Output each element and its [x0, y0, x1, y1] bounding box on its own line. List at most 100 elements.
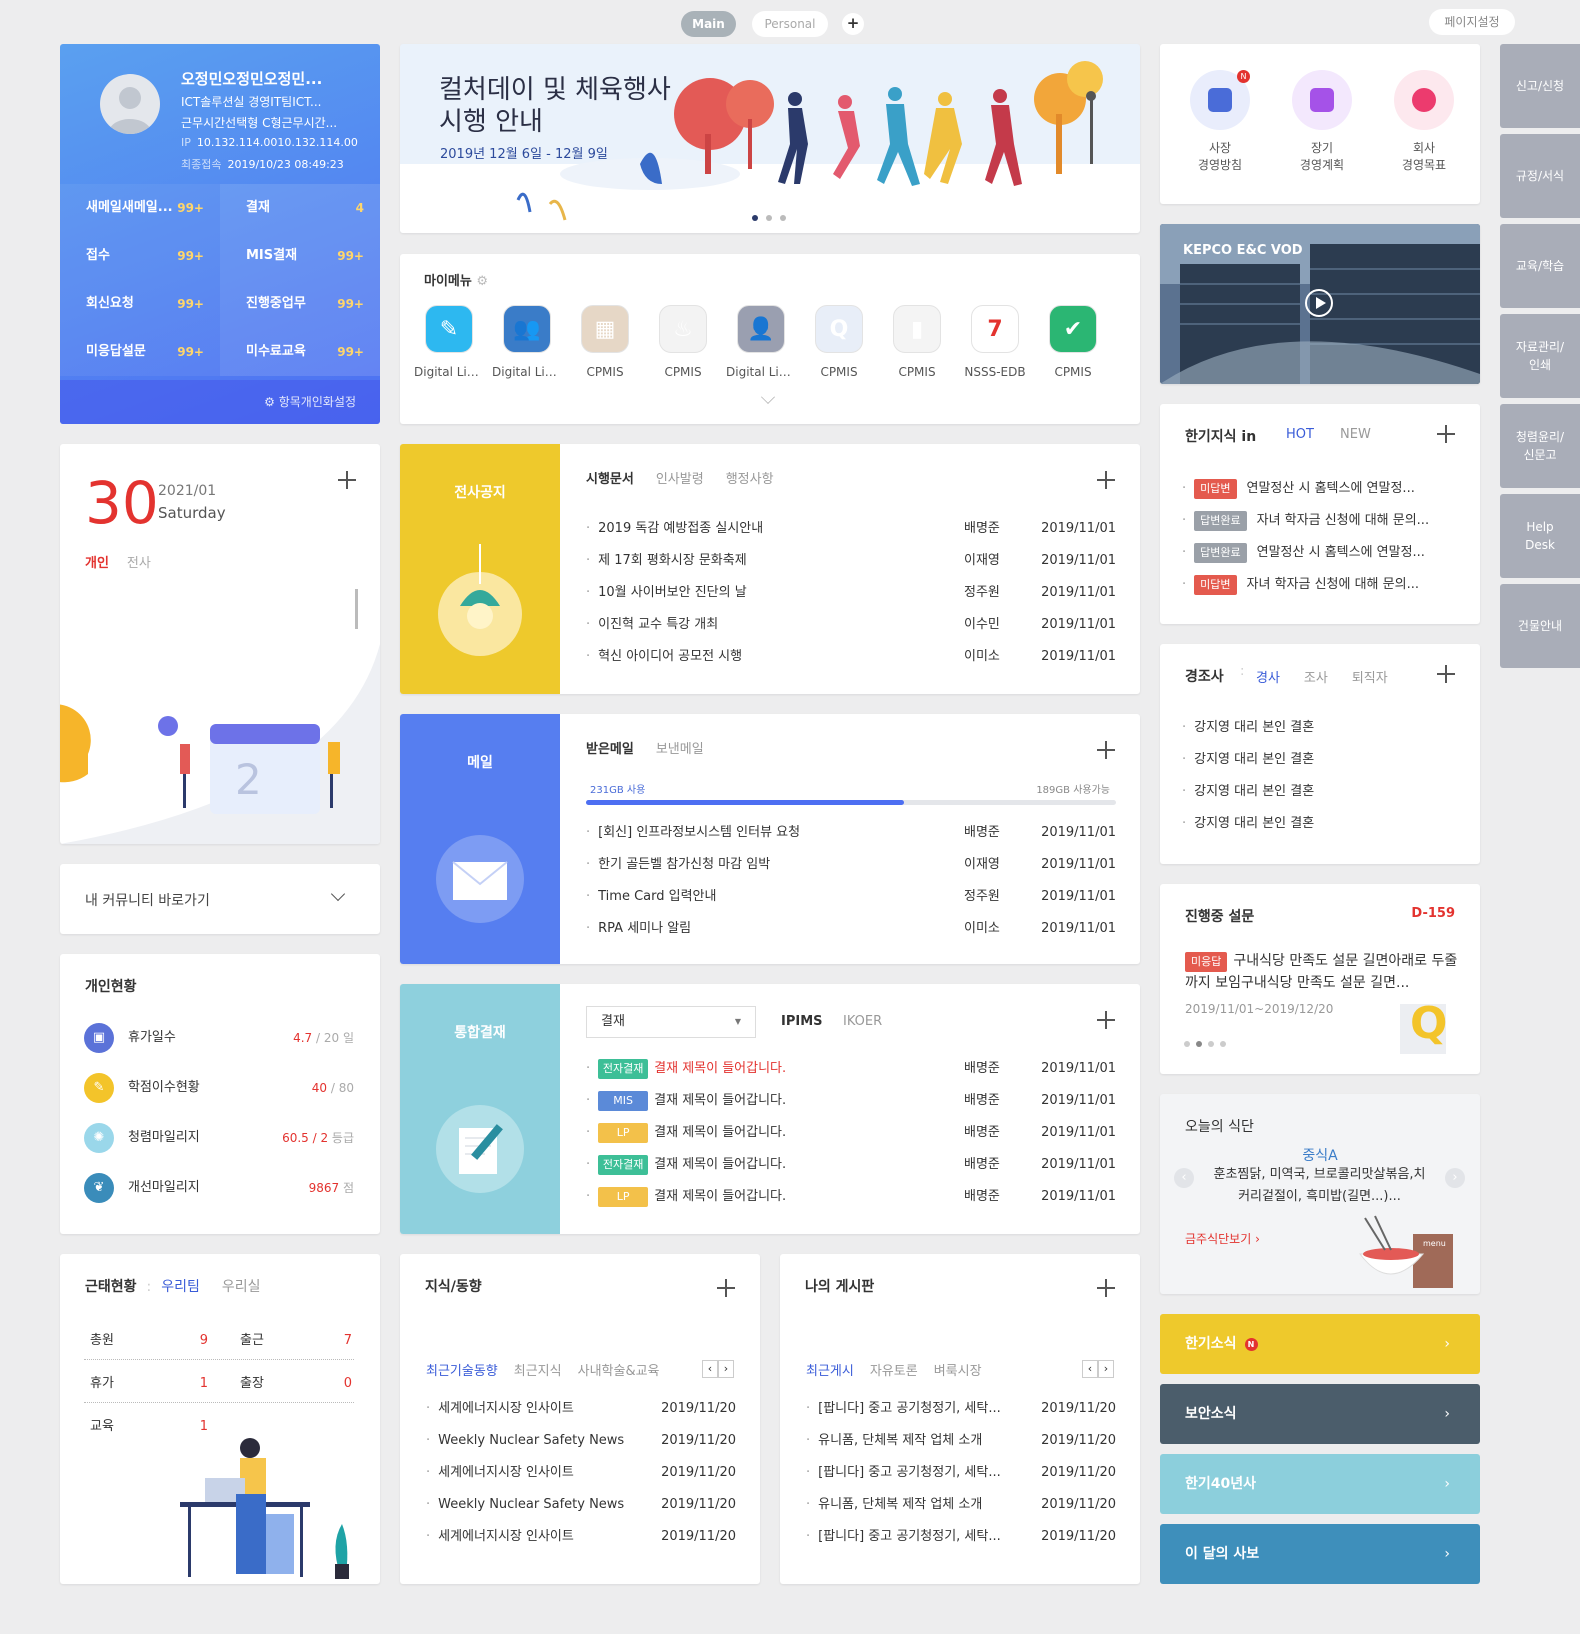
notice-row[interactable]: · 제 17회 평화시장 문화축제 이재영 2019/11/01: [586, 545, 1116, 577]
tab-2[interactable]: 행정사항: [726, 472, 774, 487]
tab-0[interactable]: 최근게시: [806, 1364, 854, 1379]
tab-company-schedule[interactable]: 전사: [127, 556, 151, 571]
side-menu-item[interactable]: 규정/서식: [1500, 134, 1580, 218]
survey-text[interactable]: 미응답 구내식당 만족도 설문 길면아래로 두줄까지 보임구내식당 만족도 설문 …: [1185, 950, 1465, 994]
events-row[interactable]: · 강지영 대리 본인 결혼: [1182, 744, 1462, 776]
item-setting-button[interactable]: ⚙ 항목개인화설정: [264, 393, 356, 410]
board-row[interactable]: · [팝니다] 중고 공기청정기, 세탁... 2019/11/20: [806, 1457, 1116, 1489]
kin-add-button[interactable]: [1436, 424, 1456, 444]
exec-item[interactable]: 회사 경영목표: [1384, 70, 1464, 174]
tab-our-office[interactable]: 우리실: [222, 1279, 261, 1295]
tab-1[interactable]: 최근지식: [514, 1364, 562, 1379]
side-menu-item[interactable]: Help Desk: [1500, 494, 1580, 578]
kin-row[interactable]: · 미답변 연말정산 시 홈텍스에 연말정...: [1182, 473, 1462, 505]
next-icon[interactable]: ›: [718, 1360, 734, 1378]
gear-icon[interactable]: ⚙: [476, 274, 488, 289]
mymenu-item[interactable]: 👤Digital Libra...: [726, 305, 796, 379]
mymenu-item[interactable]: Q CPMIS: [804, 305, 874, 379]
profile-cell[interactable]: 결재 4: [220, 184, 380, 232]
banner[interactable]: 컬처데이 및 체육행사 시행 안내 2019년 12월 6일 - 12월 9일: [400, 44, 1140, 233]
mymenu-item[interactable]: ✔ CPMIS: [1038, 305, 1108, 379]
tab-0[interactable]: 시행문서: [586, 472, 634, 487]
profile-cell[interactable]: MIS결재 99+: [220, 232, 380, 280]
tab-2[interactable]: 퇴직자: [1352, 671, 1388, 686]
tab-1[interactable]: 조사: [1304, 671, 1328, 686]
events-row[interactable]: · 강지영 대리 본인 결혼: [1182, 712, 1462, 744]
events-row[interactable]: · 강지영 대리 본인 결혼: [1182, 808, 1462, 840]
page-setting-button[interactable]: 페이지설정: [1429, 9, 1515, 35]
tab-our-team[interactable]: 우리팀: [161, 1279, 200, 1295]
tab-1[interactable]: 자유토론: [870, 1364, 918, 1379]
notice-row[interactable]: · 혁신 아이디어 공모전 시행 이미소 2019/11/01: [586, 641, 1116, 673]
tab-ikoer[interactable]: IKOER: [843, 1014, 882, 1029]
prev-icon[interactable]: ‹: [1174, 1168, 1194, 1188]
profile-cell[interactable]: 미수료교육 99+: [220, 328, 380, 376]
personal-item[interactable]: ✎ 학점이수현황 40 / 80: [84, 1072, 354, 1104]
approval-row[interactable]: · 전자결재 결재 제목이 들어갑니다. 배명준 2019/11/01: [586, 1149, 1116, 1181]
knowledge-row[interactable]: · Weekly Nuclear Safety News 2019/11/20: [426, 1425, 736, 1457]
notice-add-button[interactable]: [1096, 470, 1116, 490]
knowledge-row[interactable]: · 세계에너지시장 인사이트 2019/11/20: [426, 1393, 736, 1425]
kin-row[interactable]: · 답변완료 자녀 학자금 신청에 대해 문의...: [1182, 505, 1462, 537]
mail-row[interactable]: · Time Card 입력안내 정주원 2019/11/01: [586, 881, 1116, 913]
tab-personal-schedule[interactable]: 개인: [85, 556, 109, 571]
tab-2[interactable]: 사내학술&교육: [578, 1364, 660, 1379]
mail-row[interactable]: · [회신] 인프라정보시스템 인터뷰 요청 배명준 2019/11/01: [586, 817, 1116, 849]
mymenu-item[interactable]: 👥Digital Library: [492, 305, 562, 379]
community-select[interactable]: 내 커뮤니티 바로가기: [60, 864, 380, 934]
banner-pager[interactable]: [748, 210, 790, 225]
tab-0[interactable]: 최근기술동향: [426, 1364, 498, 1379]
notice-row[interactable]: · 이진혁 교수 특강 개최 이수민 2019/11/01: [586, 609, 1116, 641]
events-add-button[interactable]: [1436, 664, 1456, 684]
approval-row[interactable]: · 전자결재 결재 제목이 들어갑니다. 배명준 2019/11/01: [586, 1053, 1116, 1085]
profile-cell[interactable]: 회신요청 99+: [60, 280, 220, 328]
kin-row[interactable]: · 미답변 자녀 학자금 신청에 대해 문의...: [1182, 569, 1462, 601]
mymenu-item[interactable]: ▦ CPMIS: [570, 305, 640, 379]
tab-1[interactable]: 인사발령: [656, 472, 704, 487]
weekly-meal-link[interactable]: 금주식단보기 ›: [1185, 1230, 1260, 1247]
mymenu-item[interactable]: 7 NSSS-EDB: [960, 305, 1030, 379]
scrollbar[interactable]: [355, 589, 358, 629]
exec-item[interactable]: 장기 경영계획: [1282, 70, 1362, 174]
next-icon[interactable]: ›: [1098, 1360, 1114, 1378]
board-row[interactable]: · 유니폼, 단체복 제작 업체 소개 2019/11/20: [806, 1425, 1116, 1457]
mymenu-item[interactable]: ▮ CPMIS: [882, 305, 952, 379]
profile-cell[interactable]: 새메일새메일... 99+: [60, 184, 220, 232]
profile-cell[interactable]: 진행중업무 99+: [220, 280, 380, 328]
knowledge-row[interactable]: · Weekly Nuclear Safety News 2019/11/20: [426, 1489, 736, 1521]
tab-hot[interactable]: HOT: [1286, 427, 1314, 442]
notice-row[interactable]: · 10월 사이버보안 진단의 날 정주원 2019/11/01: [586, 577, 1116, 609]
tab-ipims[interactable]: IPIMS: [781, 1014, 823, 1029]
events-row[interactable]: · 강지영 대리 본인 결혼: [1182, 776, 1462, 808]
board-row[interactable]: · 유니폼, 단체복 제작 업체 소개 2019/11/20: [806, 1489, 1116, 1521]
side-menu-item[interactable]: 자료관리/인쇄: [1500, 314, 1580, 398]
mail-row[interactable]: · 한기 골든벨 참가신청 마감 임박 이재영 2019/11/01: [586, 849, 1116, 881]
side-menu-item[interactable]: 교육/학습: [1500, 224, 1580, 308]
tab-new[interactable]: NEW: [1340, 427, 1371, 442]
knowledge-add-button[interactable]: [716, 1278, 736, 1298]
side-menu-item[interactable]: 청렴윤리/신문고: [1500, 404, 1580, 488]
prev-icon[interactable]: ‹: [702, 1360, 718, 1378]
board-add-button[interactable]: [1096, 1278, 1116, 1298]
mail-add-button[interactable]: [1096, 740, 1116, 760]
exec-item[interactable]: N 사장 경영방침: [1180, 70, 1260, 174]
quick-link[interactable]: 한기소식 N ›: [1160, 1314, 1480, 1374]
approval-row[interactable]: · MIS 결재 제목이 들어갑니다. 배명준 2019/11/01: [586, 1085, 1116, 1117]
approval-row[interactable]: · LP 결재 제목이 들어갑니다. 배명준 2019/11/01: [586, 1117, 1116, 1149]
mail-row[interactable]: · RPA 세미나 알림 이미소 2019/11/01: [586, 913, 1116, 945]
tab-2[interactable]: 벼룩시장: [934, 1364, 982, 1379]
approval-select[interactable]: 결재 ▼: [586, 1006, 756, 1038]
side-menu-item[interactable]: 건물안내: [1500, 584, 1580, 668]
quick-link[interactable]: 보안소식 ›: [1160, 1384, 1480, 1444]
notice-row[interactable]: · 2019 독감 예방접종 실시안내 배명준 2019/11/01: [586, 513, 1116, 545]
quick-link[interactable]: 이 달의 사보 ›: [1160, 1524, 1480, 1584]
approval-row[interactable]: · LP 결재 제목이 들어갑니다. 배명준 2019/11/01: [586, 1181, 1116, 1213]
mymenu-item[interactable]: ✎Digital Library: [414, 305, 484, 379]
tab-0[interactable]: 받은메일: [586, 742, 634, 757]
personal-item[interactable]: ✺ 청렴마일리지 60.5 / 2 등급: [84, 1122, 354, 1154]
quick-link[interactable]: 한기40년사 ›: [1160, 1454, 1480, 1514]
tab-1[interactable]: 보낸메일: [656, 742, 704, 757]
prev-icon[interactable]: ‹: [1082, 1360, 1098, 1378]
mymenu-item[interactable]: ♨ CPMIS: [648, 305, 718, 379]
calendar-add-button[interactable]: [337, 470, 357, 490]
